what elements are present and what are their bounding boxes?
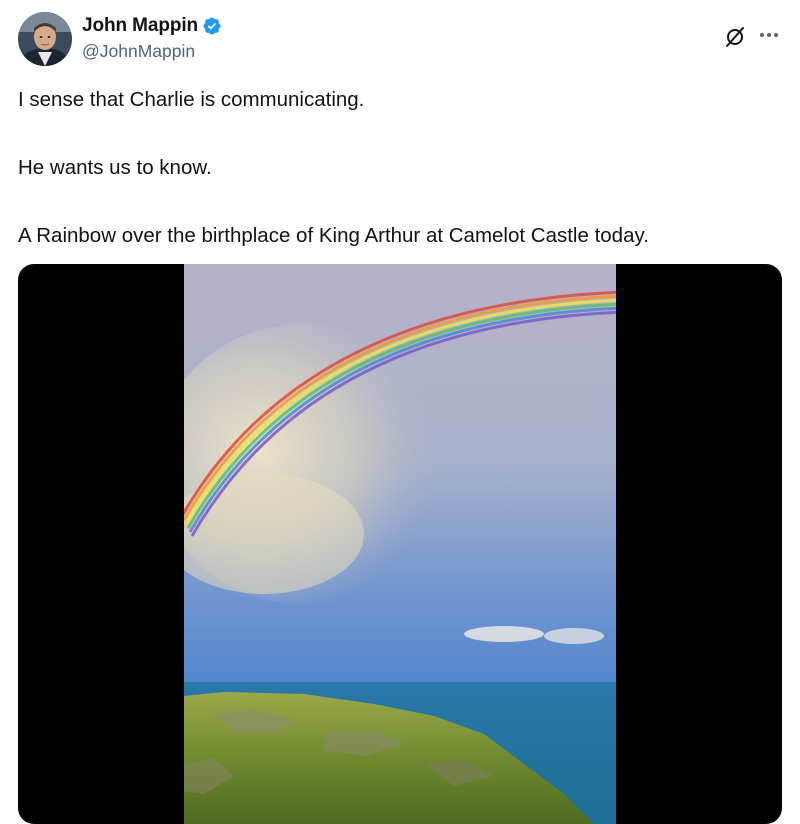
rainbow-photo[interactable] (184, 264, 616, 824)
tweet-media[interactable] (18, 264, 782, 824)
tweet-text: I sense that Charlie is communicating. H… (18, 86, 782, 290)
avatar-image (18, 12, 72, 66)
display-name-row: John Mappin (82, 14, 222, 38)
tweet-paragraph-3: A Rainbow over the birthplace of King Ar… (18, 224, 649, 247)
author-handle[interactable]: @JohnMappin (82, 41, 222, 62)
author-names: John Mappin @JohnMappin (82, 14, 222, 62)
tweet-paragraph-1: I sense that Charlie is communicating. (18, 88, 365, 111)
tweet-paragraph-2: He wants us to know. (18, 156, 212, 179)
avatar[interactable] (18, 12, 72, 66)
more-options-icon[interactable] (756, 22, 782, 48)
tweet-header: John Mappin @JohnMappin (18, 12, 782, 68)
verified-badge-icon[interactable] (202, 16, 222, 36)
grok-icon[interactable] (724, 26, 746, 48)
author-display-name[interactable]: John Mappin (82, 15, 198, 37)
